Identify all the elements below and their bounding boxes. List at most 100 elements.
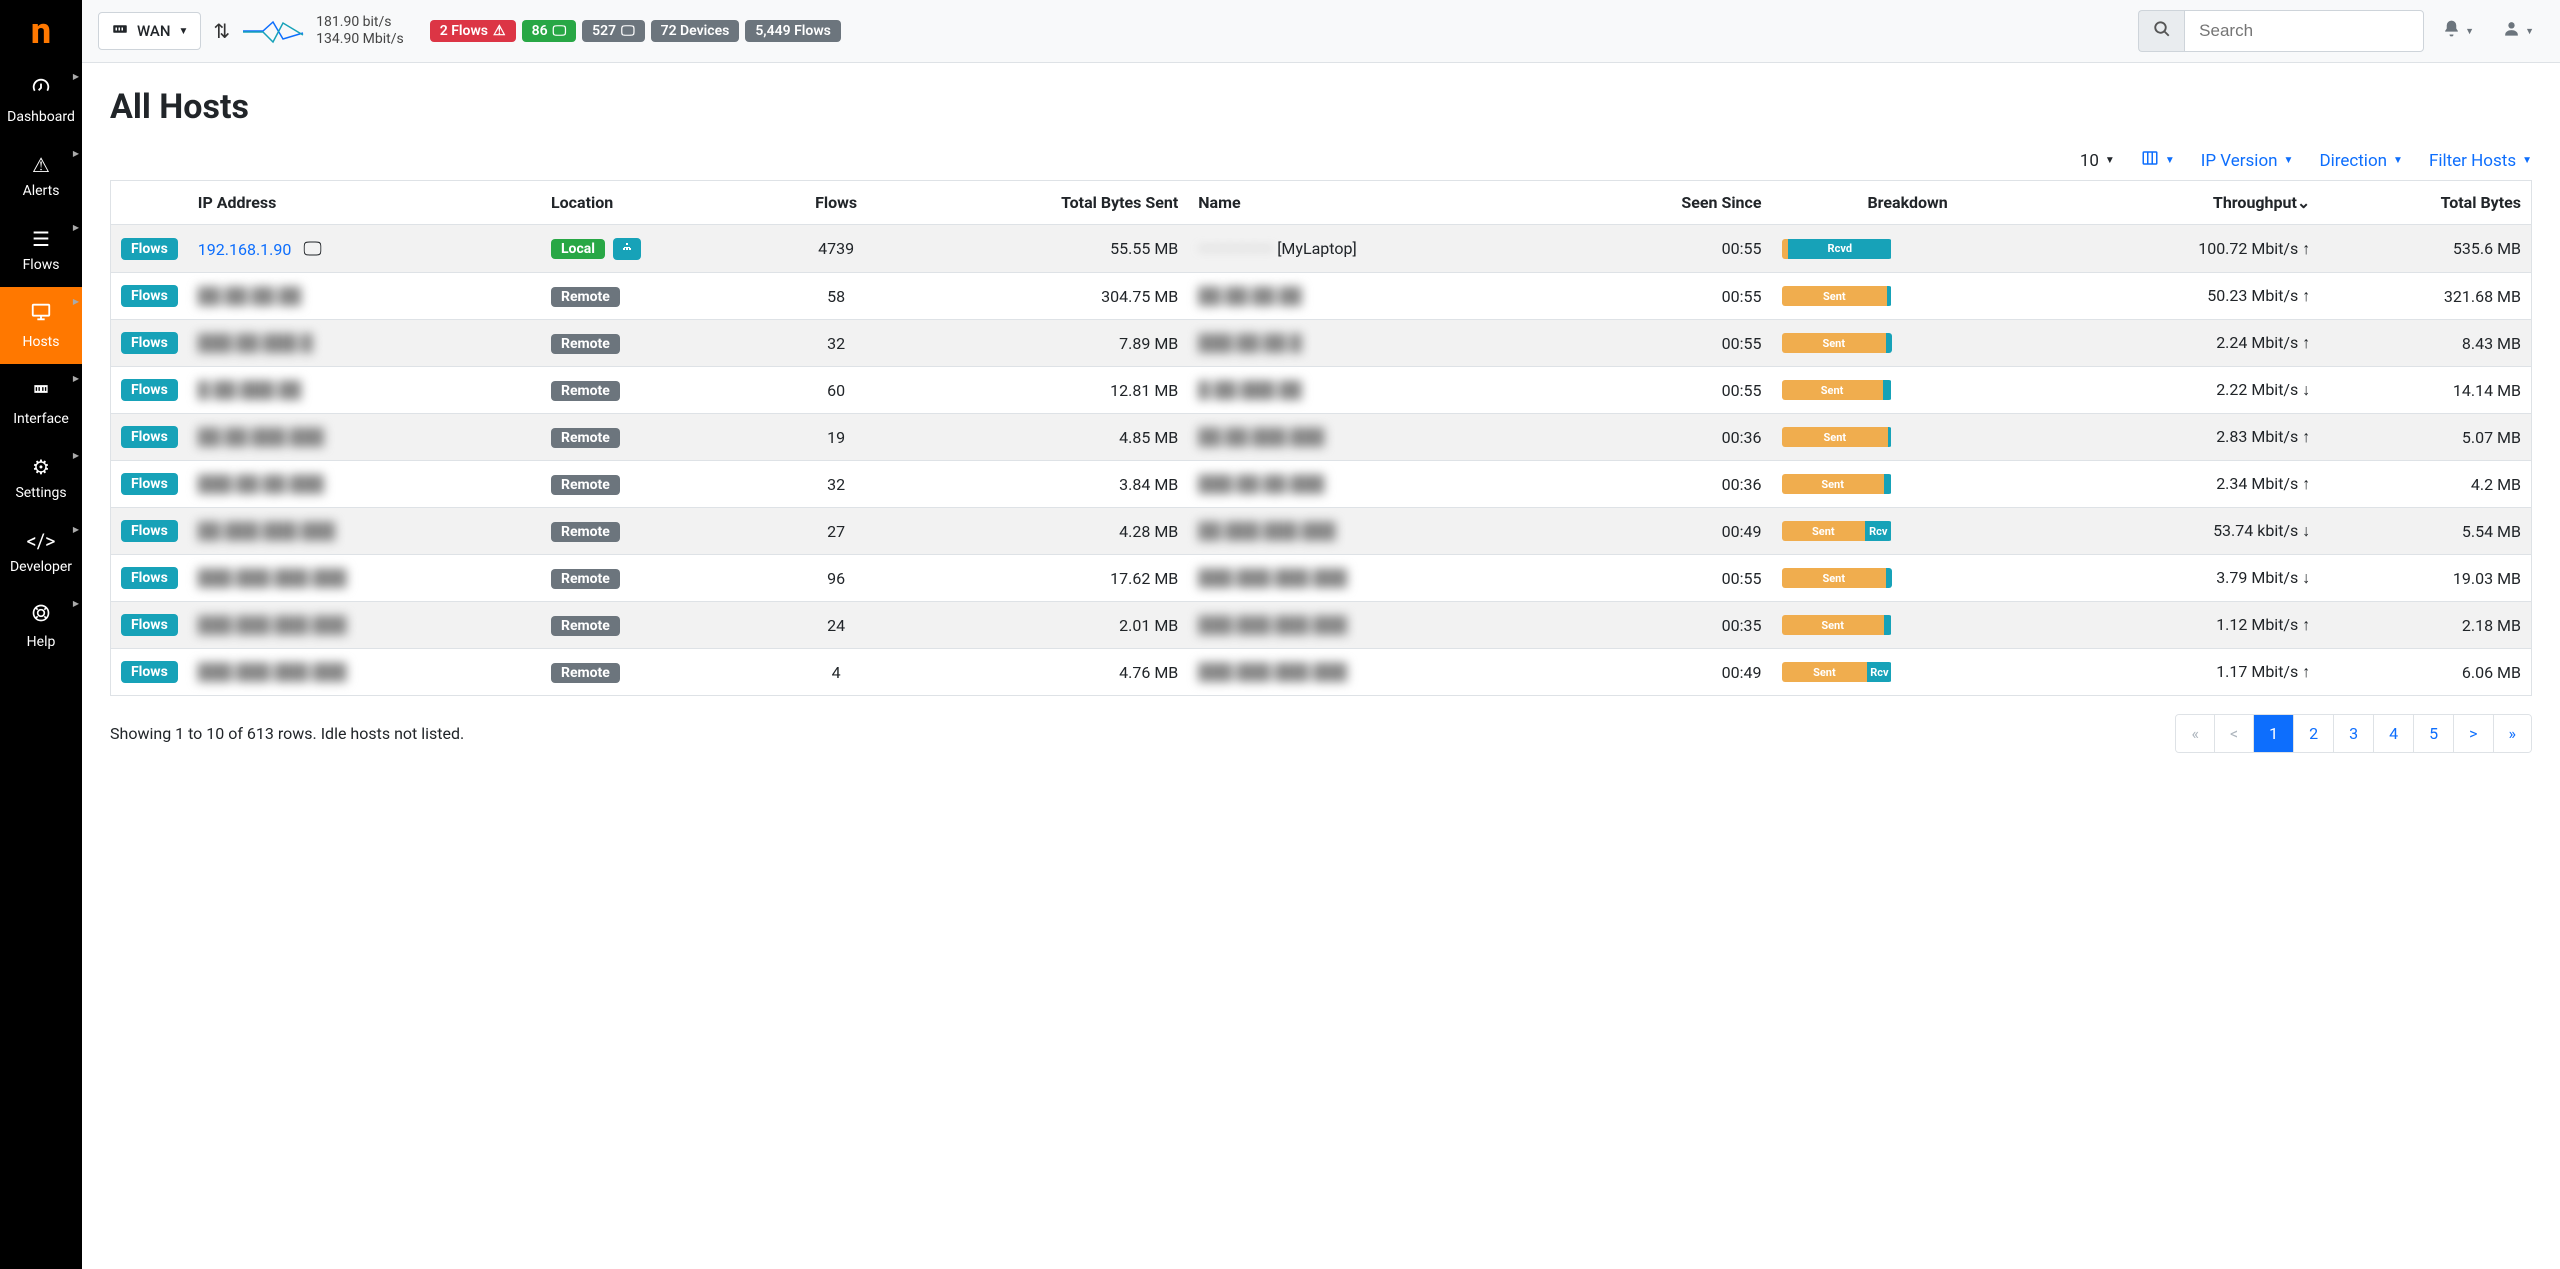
sidebar-item-alerts[interactable]: ▶ ⚠ Alerts [0, 139, 82, 213]
throughput: 2.83 Mbit/s↑ [2044, 414, 2321, 461]
flows-link[interactable]: Flows [121, 520, 178, 542]
chevron-down-icon: ▼ [2393, 155, 2403, 166]
topbar: WAN ▼ ⇅ 181.90 bit/s 134.90 Mbit/s 2 Flo… [82, 0, 2560, 63]
filter-hosts[interactable]: Filter Hosts ▼ [2429, 149, 2532, 172]
col-location[interactable]: Location [541, 181, 771, 225]
sidebar-item-interface[interactable]: ▶ Interface [0, 364, 82, 441]
total-bytes: 19.03 MB [2320, 555, 2531, 602]
flows-count: 60 [771, 367, 901, 414]
ip-link[interactable]: ██.███.███.███ [198, 521, 335, 540]
flows-link[interactable]: Flows [121, 473, 178, 495]
chevron-down-icon: ▼ [178, 26, 188, 37]
search-button[interactable] [2138, 10, 2184, 52]
gear-icon: ⚙ [32, 455, 50, 479]
flows-link[interactable]: Flows [121, 332, 178, 354]
code-icon: </> [27, 529, 56, 553]
page-button[interactable]: 3 [2334, 715, 2374, 752]
page-button[interactable]: < [2215, 715, 2254, 752]
arrow-down-icon: ↓ [2302, 380, 2310, 399]
ip-link[interactable]: ██.██.██.██ [198, 286, 301, 305]
badge-devices[interactable]: 72 Devices [651, 20, 740, 42]
ip-version-filter[interactable]: IP Version ▼ [2201, 149, 2294, 172]
sidebar-item-hosts[interactable]: ▶ Hosts [0, 287, 82, 364]
ip-link[interactable]: ███.███.███.███ [198, 615, 347, 634]
badge-flows-alert[interactable]: 2 Flows ⚠ [430, 20, 516, 42]
host-name: ███.██.██.█ [1198, 333, 1301, 352]
col-seen-since[interactable]: Seen Since [1562, 181, 1772, 225]
sidebar-item-settings[interactable]: ▶ ⚙ Settings [0, 441, 82, 515]
page-button[interactable]: » [2494, 715, 2532, 752]
col-breakdown[interactable]: Breakdown [1772, 181, 2044, 225]
throughput: 2.34 Mbit/s↑ [2044, 461, 2321, 508]
ip-link[interactable]: ███.██.███.█ [198, 333, 313, 352]
sidebar-item-developer[interactable]: ▶ </> Developer [0, 515, 82, 589]
col-flows[interactable]: Flows [771, 181, 901, 225]
badge-flows-total[interactable]: 5,449 Flows [745, 20, 841, 42]
flows-link[interactable]: Flows [121, 379, 178, 401]
arrow-up-icon: ↑ [2302, 286, 2310, 305]
direction-filter[interactable]: Direction ▼ [2319, 149, 2403, 172]
user-icon [2502, 19, 2521, 43]
interface-selector[interactable]: WAN ▼ [98, 12, 201, 50]
flows-link[interactable]: Flows [121, 426, 178, 448]
flows-link[interactable]: Flows [121, 238, 178, 260]
page-button[interactable]: 4 [2374, 715, 2414, 752]
col-ip[interactable]: IP Address [188, 181, 541, 225]
monitor-icon: 🖵 [553, 23, 567, 39]
seen-since: 00:55 [1562, 555, 1772, 602]
table-row: Flows ██.██.██.██ Remote 58 304.75 MB ██… [111, 273, 2532, 320]
seen-since: 00:49 [1562, 649, 1772, 696]
flows-link[interactable]: Flows [121, 285, 178, 307]
flows-count: 32 [771, 461, 901, 508]
notifications-button[interactable]: ▼ [2432, 11, 2484, 51]
sidebar-item-label: Settings [15, 485, 66, 501]
flows-link[interactable]: Flows [121, 567, 178, 589]
logo[interactable]: n [0, 0, 82, 62]
col-name[interactable]: Name [1188, 181, 1562, 225]
sidebar-item-help[interactable]: ▶ Help [0, 589, 82, 664]
seen-since: 00:36 [1562, 414, 1772, 461]
page-button[interactable]: « [2176, 715, 2215, 752]
location-badge: Remote [551, 381, 620, 401]
col-throughput[interactable]: Throughput⌄ [2044, 181, 2321, 225]
throughput: 2.22 Mbit/s↓ [2044, 367, 2321, 414]
ip-link[interactable]: █.██.███.██ [198, 380, 301, 399]
ip-link[interactable]: ██.██.███.███ [198, 427, 324, 446]
sidebar-item-flows[interactable]: ▶ ☰ Flows [0, 213, 82, 287]
search-input[interactable] [2184, 10, 2424, 52]
page-button[interactable]: 1 [2254, 715, 2294, 752]
badge-hosts-remote[interactable]: 527 🖵 [582, 20, 645, 42]
col-total-bytes[interactable]: Total Bytes [2320, 181, 2531, 225]
chevron-down-icon: ▼ [2522, 155, 2532, 166]
location-badge: Remote [551, 475, 620, 495]
page-button[interactable]: > [2454, 715, 2493, 752]
col-bytes-sent[interactable]: Total Bytes Sent [901, 181, 1188, 225]
location-badge: Remote [551, 334, 620, 354]
sidebar-item-dashboard[interactable]: ▶ Dashboard [0, 62, 82, 139]
chevron-right-icon: ▶ [73, 72, 79, 81]
badge-hosts-ok[interactable]: 86 🖵 [522, 20, 577, 42]
columns-icon [2141, 149, 2159, 172]
ip-link[interactable]: 192.168.1.90 [198, 240, 292, 259]
chevron-right-icon: ▶ [73, 149, 79, 158]
updown-arrows-icon: ⇅ [213, 19, 230, 43]
seen-since: 00:55 [1562, 320, 1772, 367]
ip-link[interactable]: ███.██.██.███ [198, 474, 324, 493]
ip-link[interactable]: ███.███.███.███ [198, 662, 347, 681]
total-bytes: 14.14 MB [2320, 367, 2531, 414]
breakdown-bar: Sent Rcv [1782, 521, 1892, 541]
columns-selector[interactable]: ▼ [2141, 149, 2175, 172]
arrow-up-icon: ↑ [2302, 662, 2310, 681]
seen-since: 00:55 [1562, 225, 1772, 273]
ip-link[interactable]: ███.███.███.███ [198, 568, 347, 587]
flows-link[interactable]: Flows [121, 614, 178, 636]
page-button[interactable]: 5 [2414, 715, 2454, 752]
user-menu-button[interactable]: ▼ [2492, 11, 2544, 51]
pagesize-selector[interactable]: 10 ▼ [2080, 149, 2115, 172]
page-button[interactable]: 2 [2294, 715, 2334, 752]
table-footer-text: Showing 1 to 10 of 613 rows. Idle hosts … [110, 724, 464, 743]
breakdown-bar: Sent [1782, 474, 1892, 494]
flows-link[interactable]: Flows [121, 661, 178, 683]
seen-since: 00:55 [1562, 273, 1772, 320]
life-ring-icon [31, 603, 51, 628]
